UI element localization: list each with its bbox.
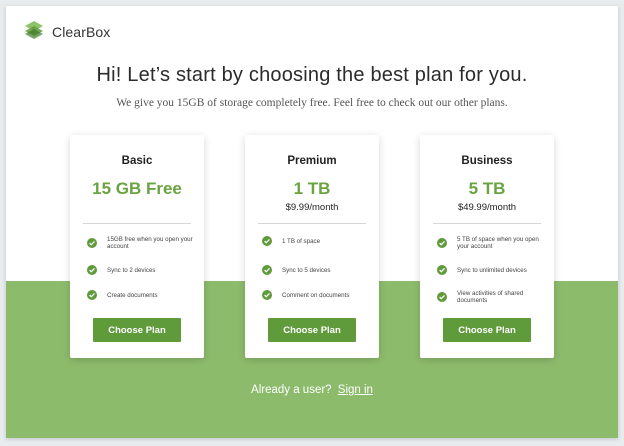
- check-circle-icon: [262, 265, 272, 275]
- feature-text: 15GB free when you open your account: [107, 236, 193, 250]
- plan-card-business: Business 5 TB $49.99/month 5 TB of space…: [420, 135, 554, 358]
- feature-item: 5 TB of space when you open your account: [437, 236, 549, 250]
- signin-link[interactable]: Sign in: [338, 384, 373, 396]
- plan-price: $9.99/month: [285, 202, 339, 213]
- plan-storage: 5 TB: [468, 179, 506, 198]
- signin-row: Already a user? Sign in: [6, 384, 618, 396]
- feature-text: View activities of shared documents: [457, 290, 524, 304]
- feature-text: Sync to 2 devices: [107, 266, 156, 274]
- divider: [258, 223, 366, 224]
- divider: [83, 223, 191, 224]
- check-circle-icon: [437, 292, 447, 302]
- choose-plan-basic-button[interactable]: Choose Plan: [93, 318, 181, 342]
- feature-text: Sync to 5 devices: [282, 266, 331, 274]
- check-circle-icon: [437, 238, 447, 248]
- feature-item: 15GB free when you open your account: [87, 236, 199, 250]
- feature-text: Comment on documents: [282, 291, 350, 299]
- feature-item: Sync to 5 devices: [262, 265, 374, 275]
- check-circle-icon: [262, 236, 272, 246]
- feature-item: View activities of shared documents: [437, 290, 549, 304]
- plan-name: Business: [461, 155, 513, 167]
- check-circle-icon: [87, 290, 97, 300]
- plan-card-basic: Basic 15 GB Free 15GB free when you open…: [70, 135, 204, 358]
- choose-plan-premium-button[interactable]: Choose Plan: [268, 318, 356, 342]
- feature-text: 1 TB of space: [282, 237, 321, 245]
- plan-card-premium: Premium 1 TB $9.99/month 1 TB of space S…: [245, 135, 379, 358]
- brand-name: ClearBox: [52, 24, 111, 40]
- feature-item: Comment on documents: [262, 290, 374, 300]
- plan-price: $49.99/month: [457, 202, 517, 213]
- feature-item: Create documents: [87, 290, 199, 300]
- choose-plan-business-button[interactable]: Choose Plan: [443, 318, 531, 342]
- divider: [433, 223, 541, 224]
- plan-storage: 1 TB: [293, 179, 331, 198]
- app-window: ClearBox Hi! Let’s start by choosing the…: [6, 6, 618, 438]
- stacked-diamond-logo-icon: [24, 20, 44, 45]
- check-circle-icon: [87, 238, 97, 248]
- check-circle-icon: [87, 265, 97, 275]
- plan-name: Premium: [287, 155, 337, 167]
- feature-text: Sync to unlimited devices: [457, 266, 527, 274]
- check-circle-icon: [262, 290, 272, 300]
- brand[interactable]: ClearBox: [24, 20, 111, 45]
- feature-item: Sync to 2 devices: [87, 265, 199, 275]
- plan-storage: 15 GB Free: [92, 179, 182, 198]
- signin-prompt: Already a user?: [251, 384, 332, 396]
- feature-item: 1 TB of space: [262, 236, 374, 246]
- page-subtitle: We give you 15GB of storage completely f…: [116, 97, 508, 109]
- feature-text: Create documents: [107, 291, 158, 299]
- feature-text: 5 TB of space when you open your account: [457, 236, 539, 250]
- feature-item: Sync to unlimited devices: [437, 265, 549, 275]
- page-title: Hi! Let’s start by choosing the best pla…: [96, 64, 528, 86]
- plan-name: Basic: [121, 155, 153, 167]
- check-circle-icon: [437, 265, 447, 275]
